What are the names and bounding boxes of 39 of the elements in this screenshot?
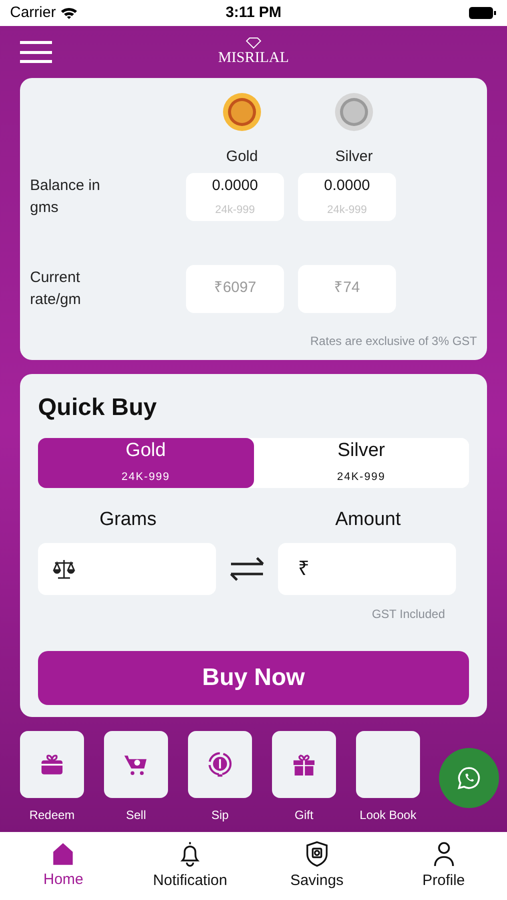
nav-tab[interactable]: Profile bbox=[380, 832, 507, 900]
nav-tab[interactable]: Notification bbox=[126, 832, 254, 900]
nav-tab[interactable]: Home bbox=[0, 832, 127, 900]
coin-icon bbox=[222, 92, 262, 132]
clock-text: 3:11 PM bbox=[226, 2, 282, 23]
rate-label: Current rate/gm bbox=[30, 268, 82, 310]
rate-value: ₹74 bbox=[334, 278, 360, 298]
balance-label: Balance in gms bbox=[30, 176, 102, 218]
coin-icon bbox=[334, 92, 374, 132]
gst-included-note: GST Included bbox=[372, 606, 445, 622]
buy-now-button[interactable]: Buy Now bbox=[38, 650, 469, 704]
person-icon bbox=[432, 840, 456, 868]
menu-button[interactable] bbox=[20, 40, 52, 64]
purity-text: 24k-999 bbox=[215, 202, 255, 218]
gst-note: Rates are exclusive of 3% GST bbox=[310, 333, 477, 350]
chat-bubble-icon bbox=[457, 766, 481, 790]
wifi-icon bbox=[60, 6, 78, 20]
swap-icon bbox=[229, 556, 265, 582]
rate-value: ₹6097 bbox=[214, 278, 256, 298]
scale-icon bbox=[52, 558, 76, 580]
diamond-icon bbox=[246, 36, 262, 49]
quick-buy-title: Quick Buy bbox=[38, 393, 158, 423]
balance-value: 0.0000 bbox=[212, 176, 258, 196]
balance-value: 0.0000 bbox=[324, 176, 370, 196]
grams-label: Grams bbox=[98, 508, 158, 532]
nav-tab[interactable]: Savings bbox=[254, 832, 380, 900]
battery-icon bbox=[469, 6, 497, 20]
amount-field[interactable]: ₹ bbox=[278, 542, 456, 594]
grams-field[interactable] bbox=[38, 542, 216, 594]
purity-text: 24k-999 bbox=[327, 202, 367, 218]
column-heading: Silver bbox=[335, 147, 373, 167]
shield-safe-icon bbox=[304, 840, 330, 868]
logo-text: MISRILAL bbox=[218, 48, 289, 68]
carrier-text: Carrier bbox=[10, 2, 56, 23]
rupee-symbol: ₹ bbox=[298, 556, 309, 582]
amount-label: Amount bbox=[334, 508, 402, 532]
column-heading: Gold bbox=[226, 147, 258, 167]
coin-cycle-icon bbox=[206, 750, 234, 778]
metal-tab[interactable]: Gold 24K-999 bbox=[38, 438, 254, 488]
